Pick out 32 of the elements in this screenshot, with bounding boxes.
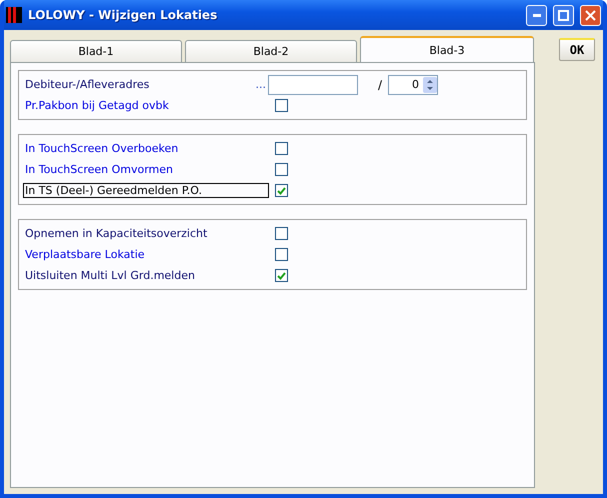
field-label: In TS (Deel-) Gereedmelden P.O. (23, 183, 269, 198)
field-label: In TouchScreen Overboeken (24, 141, 180, 156)
field-label: Debiteur-/Afleveradres (24, 77, 150, 92)
checkbox[interactable] (275, 184, 288, 197)
number-spinner[interactable]: 0 (388, 74, 438, 94)
checkbox[interactable] (275, 248, 288, 261)
checkbox[interactable] (275, 163, 288, 176)
tab[interactable]: Blad-3 (360, 36, 534, 62)
maximize-icon (558, 10, 569, 20)
checkbox[interactable] (275, 227, 288, 240)
minimize-button[interactable] (526, 4, 547, 26)
field-label: Pr.Pakbon bij Getagd ovbk (24, 98, 170, 113)
field-label: Verplaatsbare Lokatie (24, 247, 146, 262)
checkbox[interactable] (275, 142, 288, 155)
field-label: Opnemen in Kapaciteitsoverzicht (24, 226, 208, 241)
field-label: In TouchScreen Omvormen (24, 162, 174, 177)
window-title: LOLOWY - Wijzigen Lokaties (28, 8, 218, 22)
address-field[interactable] (268, 74, 358, 94)
spinner-arrows-icon[interactable] (423, 76, 437, 92)
maximize-button[interactable] (553, 4, 574, 26)
app-icon (6, 7, 22, 23)
separator-text: / (378, 78, 382, 92)
lookup-link[interactable]: ... (255, 78, 266, 91)
tab[interactable]: Blad-1 (10, 40, 182, 62)
field-label: Uitsluiten Multi Lvl Grd.melden (24, 268, 196, 283)
minimize-icon (532, 14, 540, 16)
close-button[interactable] (580, 4, 601, 26)
tab[interactable]: Blad-2 (185, 40, 357, 62)
checkbox[interactable] (275, 99, 288, 112)
close-icon (585, 10, 596, 20)
ok-button[interactable]: OK (559, 38, 595, 61)
checkbox[interactable] (275, 269, 288, 282)
